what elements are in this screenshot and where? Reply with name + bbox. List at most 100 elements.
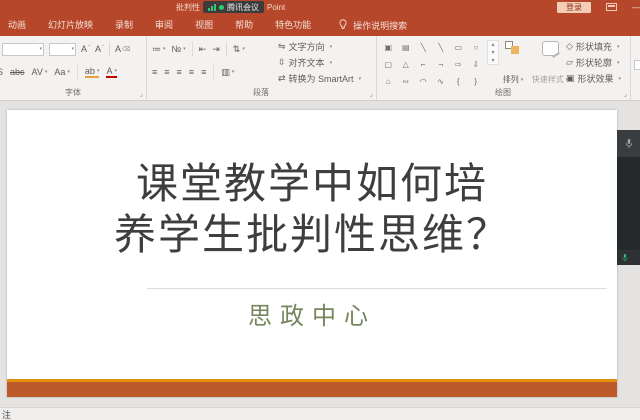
font-dialog-launcher[interactable]: ⌟ xyxy=(140,91,143,98)
text-shadow-button[interactable]: S xyxy=(0,67,3,77)
tell-me-search[interactable]: 操作说明搜索 xyxy=(338,19,407,32)
tab-slideshow[interactable]: 幻灯片放映 xyxy=(37,14,104,36)
clear-formatting-button[interactable]: A⌫ xyxy=(115,44,131,54)
gallery-more-icon[interactable]: ▾ xyxy=(488,57,498,64)
shape-elbow-connector-icon[interactable]: ⌐ xyxy=(416,57,431,72)
strikethrough-button[interactable]: abc xyxy=(10,67,25,77)
numbering-button[interactable]: № xyxy=(172,44,186,54)
paragraph-dialog-launcher[interactable]: ⌟ xyxy=(370,91,373,98)
powerpoint-window: 批判性 腾讯会议 Point 登录 — 动画 幻灯片放映 录制 审阅 视图 帮助… xyxy=(0,0,640,420)
titlebar-controls: 登录 — xyxy=(557,0,637,14)
meeting-panel-header[interactable] xyxy=(617,130,640,157)
title-bar: 批判性 腾讯会议 Point 登录 — xyxy=(0,0,640,14)
align-center-button[interactable]: ≡ xyxy=(164,67,169,77)
bullets-button[interactable]: ≔ xyxy=(152,44,166,55)
ribbon-display-options-icon[interactable] xyxy=(606,3,617,11)
drawing-group-label: 绘图 xyxy=(376,87,630,98)
font-color-button[interactable]: A xyxy=(106,67,117,78)
divider xyxy=(226,42,227,56)
tab-help[interactable]: 帮助 xyxy=(224,14,264,36)
slide-footer-bar xyxy=(7,382,617,397)
grow-font-button[interactable]: Aˆ xyxy=(81,44,90,54)
arrange-icon xyxy=(505,41,521,55)
shape-elbow-connector2-icon[interactable]: ¬ xyxy=(434,57,449,72)
shape-effects-icon: ▣ xyxy=(566,73,575,84)
divider xyxy=(213,65,214,79)
shape-fill-icon: ◇ xyxy=(566,41,573,52)
drawing-group: ▣ ▤ ╲ ╲ ▭ ○ ▢ △ ⌐ ¬ ⇨ ⇩ ⌂ ∾ ◠ ∿ { } ▴ xyxy=(376,36,631,100)
tab-special-features[interactable]: 特色功能 xyxy=(264,14,322,36)
shape-rectangle-icon[interactable]: ▭ xyxy=(451,40,466,55)
divider xyxy=(77,65,78,79)
shape-line-arrow-icon[interactable]: ╲ xyxy=(434,40,449,55)
align-left-button[interactable]: ≡ xyxy=(152,67,157,77)
shrink-font-button[interactable]: Aˇ xyxy=(95,44,104,54)
align-text-button[interactable]: ⇳ 对齐文本 xyxy=(278,56,361,69)
justify-button[interactable]: ≡ xyxy=(189,67,194,77)
tencent-meeting-overlay[interactable]: 腾讯会议 xyxy=(203,1,264,13)
quick-styles-button[interactable]: 快速样式 xyxy=(530,41,570,85)
signal-strength-icon xyxy=(208,3,216,11)
drawing-dialog-launcher[interactable]: ⌟ xyxy=(624,91,627,98)
document-title-cluster: 批判性 腾讯会议 Point xyxy=(176,0,285,14)
arrange-button[interactable]: 排列 xyxy=(498,41,528,85)
slide-title-line2: 养学生批判性思维？ xyxy=(7,211,617,262)
slide-workspace: 课堂教学中如何培 养学生批判性思维？ 思政中心 xyxy=(0,101,640,408)
meeting-side-panel[interactable] xyxy=(617,130,640,265)
convert-to-smartart-button[interactable]: ⇄ 转换为 SmartArt xyxy=(278,72,361,85)
paragraph-group: ≔ № ⇤ ⇥ ⇅ ≡ ≡ ≡ ≡ ≡ ▥ ⇋ 文字方向 xyxy=(146,36,377,100)
shape-arrow-right-icon[interactable]: ⇨ xyxy=(451,57,466,72)
decrease-indent-button[interactable]: ⇤ xyxy=(199,44,207,55)
shape-triangle-icon[interactable]: △ xyxy=(399,57,414,72)
align-text-icon: ⇳ xyxy=(278,57,286,68)
text-direction-icon: ⇋ xyxy=(278,41,286,52)
login-button[interactable]: 登录 xyxy=(557,2,591,13)
font-name-select[interactable] xyxy=(2,43,44,56)
shape-outline-icon: ▱ xyxy=(566,57,573,68)
slide-canvas[interactable]: 课堂教学中如何培 养学生批判性思维？ 思政中心 xyxy=(7,110,617,397)
minimize-button[interactable]: — xyxy=(632,2,640,12)
tab-review[interactable]: 审阅 xyxy=(144,14,184,36)
align-right-button[interactable]: ≡ xyxy=(177,67,182,77)
font-size-select[interactable] xyxy=(49,43,76,56)
quick-styles-icon xyxy=(542,41,559,56)
character-spacing-button[interactable]: AV xyxy=(32,67,48,77)
shape-oval-icon[interactable]: ○ xyxy=(469,40,484,55)
microphone-icon xyxy=(624,138,634,150)
shape-arrow-down-icon[interactable]: ⇩ xyxy=(469,57,484,72)
slide-title-placeholder[interactable]: 课堂教学中如何培 养学生批判性思维？ xyxy=(7,160,617,262)
tell-me-label: 操作说明搜索 xyxy=(353,19,407,32)
shape-vertical-textbox-icon[interactable]: ▤ xyxy=(399,40,414,55)
tab-animation[interactable]: 动画 xyxy=(8,14,37,36)
shape-line-icon[interactable]: ╲ xyxy=(416,40,431,55)
clipped-ribbon-group xyxy=(630,36,640,100)
increase-indent-button[interactable]: ⇥ xyxy=(212,44,220,55)
font-group-label: 字体 xyxy=(0,87,146,98)
scroll-down-icon[interactable]: ▾ xyxy=(488,49,498,56)
change-case-button[interactable]: Aa xyxy=(54,67,70,77)
meeting-status-dot-icon xyxy=(219,5,224,10)
text-direction-button[interactable]: ⇋ 文字方向 xyxy=(278,40,361,53)
shape-fill-button[interactable]: ◇ 形状填充 xyxy=(566,40,621,53)
highlight-color-button[interactable]: ab xyxy=(85,67,100,78)
lightbulb-icon xyxy=(338,19,348,31)
meeting-panel-footer[interactable] xyxy=(617,250,640,265)
tab-view[interactable]: 视图 xyxy=(184,14,224,36)
distribute-button[interactable]: ≡ xyxy=(201,67,206,77)
shape-effects-button[interactable]: ▣ 形状效果 xyxy=(566,72,621,85)
slide-subtitle-placeholder[interactable]: 思政中心 xyxy=(7,296,617,331)
font-group: Aˆ Aˇ A⌫ S abc AV Aa ab A 字体 ⌟ xyxy=(0,36,147,100)
columns-button[interactable]: ▥ xyxy=(221,67,234,78)
notes-button[interactable]: 注 xyxy=(2,408,11,420)
scroll-up-icon[interactable]: ▴ xyxy=(488,41,498,48)
tab-record[interactable]: 录制 xyxy=(104,14,144,36)
shape-rounded-rectangle-icon[interactable]: ▢ xyxy=(381,57,396,72)
divider xyxy=(109,42,110,56)
smartart-icon: ⇄ xyxy=(278,73,286,84)
divider xyxy=(192,42,193,56)
shape-outline-button[interactable]: ▱ 形状轮廓 xyxy=(566,56,621,69)
shapes-gallery: ▣ ▤ ╲ ╲ ▭ ○ ▢ △ ⌐ ¬ ⇨ ⇩ ⌂ ∾ ◠ ∿ { } xyxy=(381,40,483,89)
shape-textbox-icon[interactable]: ▣ xyxy=(381,40,396,55)
document-title: 批判性 xyxy=(176,2,200,13)
line-spacing-button[interactable]: ⇅ xyxy=(233,44,245,55)
